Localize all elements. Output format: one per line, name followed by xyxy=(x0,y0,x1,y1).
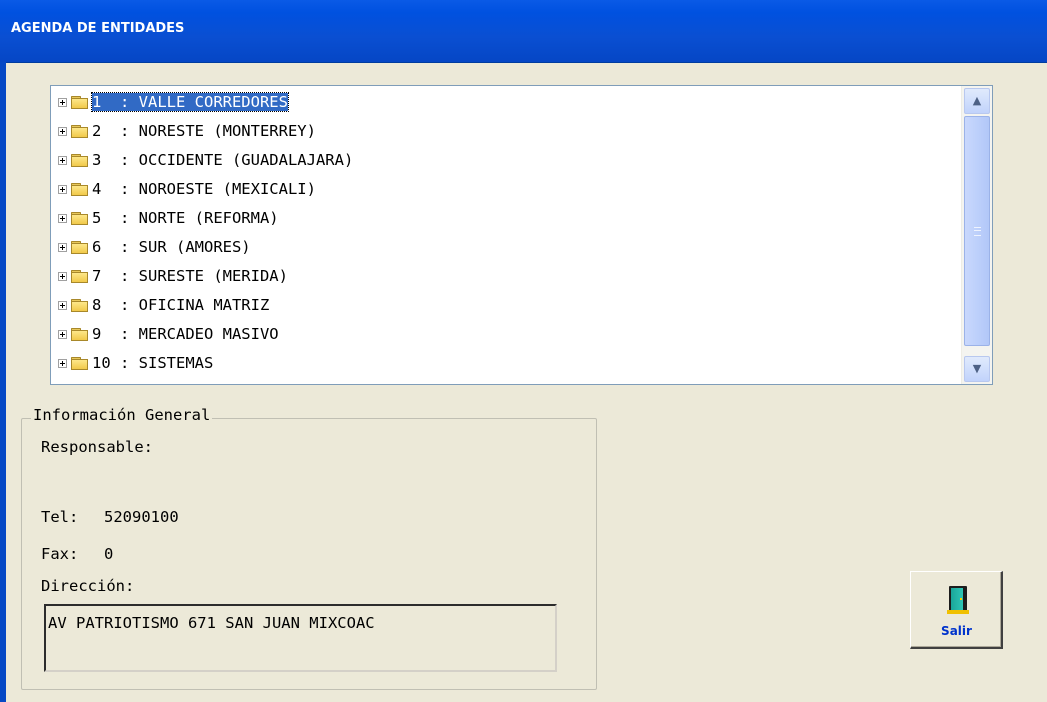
tree-item-label: 7 : SURESTE (MERIDA) xyxy=(92,267,288,285)
address-field[interactable]: AV PATRIOTISMO 671 SAN JUAN MIXCOAC xyxy=(44,604,557,672)
grip-icon xyxy=(974,227,981,236)
tree-item-mercadeo-masivo[interactable]: 9 : MERCADEO MASIVO xyxy=(58,322,279,346)
folder-icon xyxy=(70,269,90,284)
chevron-down-icon: ▼ xyxy=(972,362,982,375)
tree-item-noroeste[interactable]: 4 : NOROESTE (MEXICALI) xyxy=(58,177,316,201)
tel-value: 52090100 xyxy=(104,508,179,526)
expand-icon[interactable] xyxy=(58,97,67,107)
fax-label: Fax: xyxy=(41,545,79,563)
folder-icon xyxy=(70,124,90,139)
expand-icon[interactable] xyxy=(58,126,67,136)
responsable-label: Responsable: xyxy=(41,438,153,456)
folder-icon xyxy=(70,153,90,168)
vertical-scrollbar[interactable]: ▲ ▼ xyxy=(961,86,992,384)
expand-icon[interactable] xyxy=(58,242,67,252)
tree-item-label: 8 : OFICINA MATRIZ xyxy=(92,296,270,314)
window-title: AGENDA DE ENTIDADES xyxy=(11,21,185,36)
tree-item-label: 3 : OCCIDENTE (GUADALAJARA) xyxy=(92,151,354,169)
scroll-thumb[interactable] xyxy=(964,116,990,346)
expand-icon[interactable] xyxy=(58,329,67,339)
expand-icon[interactable] xyxy=(58,213,67,223)
tree-item-norte[interactable]: 5 : NORTE (REFORMA) xyxy=(58,206,279,230)
expand-icon[interactable] xyxy=(58,300,67,310)
tree-item-label: 10 : SISTEMAS xyxy=(92,354,214,372)
tree-item-label: 9 : MERCADEO MASIVO xyxy=(92,325,279,343)
folder-icon xyxy=(70,182,90,197)
tree-item-label: 1 : VALLE CORREDORES xyxy=(91,92,289,112)
exit-button[interactable]: Salir xyxy=(910,571,1003,649)
expand-icon[interactable] xyxy=(58,155,67,165)
tree-item-occidente[interactable]: 3 : OCCIDENTE (GUADALAJARA) xyxy=(58,148,353,172)
tree-list: 1 : VALLE CORREDORES 2 : NORESTE (MONTER… xyxy=(51,86,961,384)
door-exit-icon xyxy=(947,586,969,614)
info-group-legend: Información General xyxy=(31,406,213,424)
tree-item-label: 2 : NORESTE (MONTERREY) xyxy=(92,122,316,140)
folder-icon xyxy=(70,211,90,226)
title-bar[interactable]: AGENDA DE ENTIDADES xyxy=(0,0,1047,63)
tree-item-oficina-matriz[interactable]: 8 : OFICINA MATRIZ xyxy=(58,293,269,317)
folder-icon xyxy=(70,356,90,371)
scroll-down-button[interactable]: ▼ xyxy=(964,356,990,382)
tree-item-noreste[interactable]: 2 : NORESTE (MONTERREY) xyxy=(58,119,316,143)
folder-icon xyxy=(70,298,90,313)
folder-icon xyxy=(70,240,90,255)
tree-item-sureste[interactable]: 7 : SURESTE (MERIDA) xyxy=(58,264,288,288)
tree-item-sistemas[interactable]: 10 : SISTEMAS xyxy=(58,351,213,375)
direccion-label: Dirección: xyxy=(41,577,135,595)
exit-button-label: Salir xyxy=(941,624,972,638)
folder-icon xyxy=(70,95,90,110)
chevron-up-icon: ▲ xyxy=(972,94,982,107)
scroll-up-button[interactable]: ▲ xyxy=(964,88,990,114)
tree-item-sur[interactable]: 6 : SUR (AMORES) xyxy=(58,235,251,259)
tree-item-label: 5 : NORTE (REFORMA) xyxy=(92,209,279,227)
fax-value: 0 xyxy=(104,545,114,563)
tel-label: Tel: xyxy=(41,508,79,526)
expand-icon[interactable] xyxy=(58,184,67,194)
folder-icon xyxy=(70,327,90,342)
entity-tree-view[interactable]: 1 : VALLE CORREDORES 2 : NORESTE (MONTER… xyxy=(50,85,993,385)
tree-item-valle-corredores[interactable]: 1 : VALLE CORREDORES xyxy=(58,90,289,114)
tree-item-label: 6 : SUR (AMORES) xyxy=(92,238,251,256)
window-left-border xyxy=(0,62,6,702)
address-value: AV PATRIOTISMO 671 SAN JUAN MIXCOAC xyxy=(48,614,375,632)
expand-icon[interactable] xyxy=(58,271,67,281)
expand-icon[interactable] xyxy=(58,358,67,368)
tree-item-label: 4 : NOROESTE (MEXICALI) xyxy=(92,180,316,198)
